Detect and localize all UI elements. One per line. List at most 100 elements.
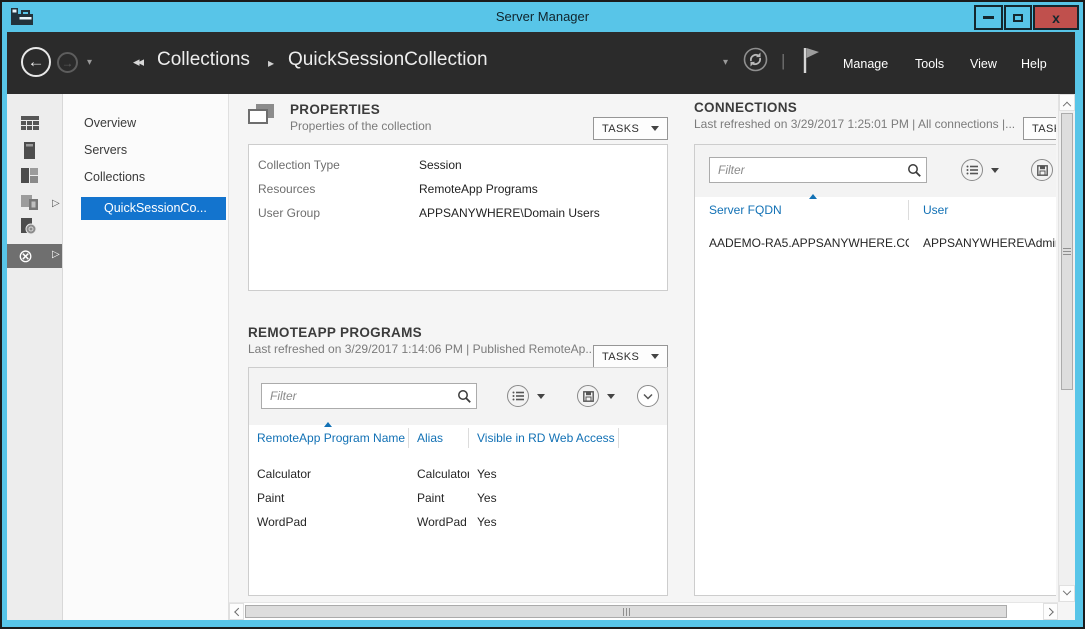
remoteapp-box: RemoteApp Program Name Alias Visible in … (248, 367, 668, 596)
remoteapp-table-rows: Calculator Calculator Yes Paint Paint Ye… (249, 462, 667, 534)
breadcrumb-separator-icon: ▸ (268, 56, 274, 70)
subnav-overview[interactable]: Overview (84, 116, 136, 130)
column-header-program-name[interactable]: RemoteApp Program Name (249, 428, 409, 448)
subnav-selected-label: QuickSessionCo... (81, 197, 226, 220)
dashboard-icon[interactable] (21, 116, 39, 136)
property-row: Resources RemoteApp Programs (258, 177, 667, 201)
forward-button[interactable]: → (57, 52, 78, 73)
back-button[interactable]: ← (21, 47, 51, 77)
forward-arrow-icon: → (62, 56, 74, 70)
search-icon (907, 163, 922, 183)
filter-options-caret-icon[interactable] (991, 168, 999, 173)
collapse-panel-button[interactable] (637, 385, 659, 407)
breadcrumb-collections[interactable]: Collections (157, 49, 250, 71)
property-value: Session (419, 158, 462, 172)
scroll-down-button[interactable] (1059, 585, 1075, 602)
history-dropdown-icon[interactable]: ▾ (87, 57, 92, 68)
column-header-visible-rdweb[interactable]: Visible in RD Web Access (469, 428, 619, 448)
maximize-icon (1013, 14, 1023, 22)
chevron-left-icon (234, 607, 242, 615)
save-query-caret-icon[interactable] (607, 394, 615, 399)
property-row: Collection Type Session (258, 153, 667, 177)
local-server-icon[interactable] (24, 142, 35, 164)
connections-tasks-button[interactable]: TASKS (1023, 117, 1056, 140)
subnav-servers[interactable]: Servers (84, 143, 127, 157)
connections-title: CONNECTIONS (694, 100, 797, 115)
rds-expand-icon[interactable]: ▷ (52, 250, 60, 260)
chevron-right-icon (1045, 607, 1053, 615)
scroll-up-button[interactable] (1059, 94, 1075, 111)
menu-help[interactable]: Help (1021, 57, 1047, 71)
properties-tasks-button[interactable]: TASKS (593, 117, 668, 140)
history-chevrons-icon[interactable]: ◂◂ (133, 54, 142, 70)
server-services-icon[interactable] (21, 218, 37, 240)
server-manager-window: Server Manager x ← → ▾ ◂◂ Collections ▸ … (0, 0, 1085, 629)
menu-view[interactable]: View (970, 57, 997, 71)
subnav-quicksessioncollection-selected[interactable]: QuickSessionCo... (81, 197, 226, 220)
connections-filter-input[interactable] (716, 159, 902, 181)
chevron-down-icon (1063, 586, 1071, 594)
sort-ascending-icon (809, 194, 817, 199)
remoteapp-toolbar (249, 368, 667, 425)
navigation-bar: ← → ▾ ◂◂ Collections ▸ QuickSessionColle… (7, 32, 1075, 94)
remoteapp-table-header: RemoteApp Program Name Alias Visible in … (249, 425, 667, 451)
subnav-collections[interactable]: Collections (84, 170, 145, 184)
horizontal-scrollbar[interactable] (229, 602, 1058, 620)
properties-title: PROPERTIES (290, 102, 380, 117)
vertical-scrollbar-thumb[interactable] (1061, 113, 1073, 390)
close-button[interactable]: x (1033, 5, 1079, 30)
connections-table-rows: AADEMO-RA5.APPSANYWHERE.COM APPSANYWHERE… (695, 231, 1056, 255)
table-row[interactable]: WordPad WordPad Yes (249, 510, 667, 534)
filter-options-button[interactable] (961, 159, 983, 181)
scroll-right-button[interactable] (1043, 603, 1058, 620)
connections-filter (709, 157, 927, 183)
tasks-caret-icon (651, 126, 659, 131)
tasks-caret-icon (651, 354, 659, 359)
filter-options-button[interactable] (507, 385, 529, 407)
save-query-button[interactable] (1031, 159, 1053, 181)
table-row[interactable]: AADEMO-RA5.APPSANYWHERE.COM APPSANYWHERE… (695, 231, 1056, 255)
scroll-left-button[interactable] (229, 603, 244, 620)
table-row[interactable]: Paint Paint Yes (249, 486, 667, 510)
filter-options-caret-icon[interactable] (537, 394, 545, 399)
titlebar: Server Manager x (2, 2, 1083, 32)
property-value: APPSANYWHERE\Domain Users (419, 206, 600, 220)
remoteapp-tasks-button[interactable]: TASKS (593, 345, 668, 368)
minimize-icon (983, 16, 994, 19)
connections-subtitle: Last refreshed on 3/29/2017 1:25:01 PM |… (694, 117, 1015, 131)
remoteapp-filter-input[interactable] (268, 385, 452, 407)
properties-subtitle: Properties of the collection (290, 119, 431, 133)
property-label: Resources (258, 182, 419, 196)
connections-panel: CONNECTIONS Last refreshed on 3/29/2017 … (694, 94, 1056, 620)
connections-box: Server FQDN User AADEMO-RA5.APPSANYWHERE… (694, 144, 1056, 596)
remote-desktop-services-icon: ⊗ (18, 245, 33, 267)
notifications-flag-icon[interactable] (802, 45, 820, 80)
save-query-button[interactable] (577, 385, 599, 407)
close-icon: x (1052, 11, 1060, 25)
properties-panel-icon (248, 104, 276, 128)
property-row: User Group APPSANYWHERE\Domain Users (258, 201, 667, 225)
search-icon (457, 389, 472, 409)
role-icon-sidebar: ▷ ⊗ ▷ (7, 94, 63, 620)
toolbar-separator: | (781, 51, 785, 71)
menu-manage[interactable]: Manage (843, 57, 888, 71)
property-value: RemoteApp Programs (419, 182, 538, 196)
collection-detail-content: PROPERTIES Properties of the collection … (229, 94, 1075, 620)
menu-tools[interactable]: Tools (915, 57, 944, 71)
vertical-scrollbar[interactable] (1058, 94, 1075, 602)
all-servers-icon[interactable] (21, 168, 38, 190)
toolbar-dropdown-icon[interactable]: ▾ (723, 57, 728, 68)
refresh-button[interactable] (743, 47, 768, 77)
chevron-up-icon (1063, 101, 1071, 109)
column-header-server-fqdn[interactable]: Server FQDN (695, 200, 909, 220)
file-storage-expand-icon[interactable]: ▷ (52, 198, 60, 209)
column-header-user[interactable]: User (909, 200, 1056, 220)
remoteapp-filter (261, 383, 477, 409)
table-row[interactable]: Calculator Calculator Yes (249, 462, 667, 486)
horizontal-scrollbar-thumb[interactable] (245, 605, 1007, 618)
remote-desktop-services-item[interactable]: ⊗ ▷ (7, 244, 62, 268)
file-storage-services-icon[interactable] (21, 194, 39, 216)
minimize-button[interactable] (974, 5, 1003, 30)
column-header-alias[interactable]: Alias (409, 428, 469, 448)
maximize-button[interactable] (1004, 5, 1032, 30)
